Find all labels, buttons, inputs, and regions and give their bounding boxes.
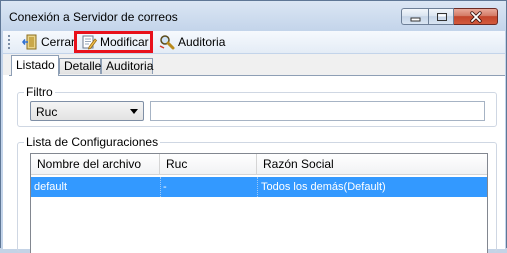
cell-ruc: - xyxy=(160,177,254,197)
audit-magnifier-icon xyxy=(159,35,175,50)
lista-group: Lista de Configuraciones Nombre del arch… xyxy=(17,135,497,253)
filter-field-value: Ruc xyxy=(36,105,58,119)
tab-auditoria[interactable]: Auditoria xyxy=(101,58,153,74)
close-icon xyxy=(470,11,482,23)
tab-divider xyxy=(9,75,505,76)
column-header-ruc[interactable]: Ruc xyxy=(160,154,257,174)
minimize-button[interactable] xyxy=(401,8,428,25)
column-header-nombre[interactable]: Nombre del archivo xyxy=(31,154,160,174)
column-header-razon-social[interactable]: Razón Social xyxy=(257,154,487,174)
minimize-icon xyxy=(410,17,421,22)
configurations-grid: Nombre del archivo Ruc Razón Social defa… xyxy=(30,153,488,253)
filter-field-select[interactable]: Ruc xyxy=(30,101,144,121)
grid-header: Nombre del archivo Ruc Razón Social xyxy=(31,154,487,175)
lista-group-title: Lista de Configuraciones xyxy=(24,135,161,149)
toolbar-grip[interactable] xyxy=(8,35,11,50)
tab-detalle[interactable]: Detalle xyxy=(59,58,101,74)
cerrar-button[interactable]: Cerrar xyxy=(22,33,76,51)
table-row[interactable]: default - Todos los demás(Default) xyxy=(31,177,487,197)
filtro-group-title: Filtro xyxy=(24,85,55,99)
modificar-highlight-box xyxy=(74,31,153,53)
dropdown-arrow-icon xyxy=(130,109,138,114)
filter-text-input[interactable] xyxy=(150,101,485,121)
maximize-icon xyxy=(437,13,447,21)
cell-razon-social: Todos los demás(Default) xyxy=(257,177,487,197)
exit-door-icon xyxy=(22,34,37,50)
main-window: Conexión a Servidor de correos Cerrar Mo… xyxy=(0,0,507,253)
auditoria-label: Auditoria xyxy=(178,35,226,49)
filtro-group: Filtro Ruc xyxy=(17,85,497,127)
maximize-button[interactable] xyxy=(428,8,454,25)
content-panel: Listado Detalle Auditoria Filtro Ruc Lis… xyxy=(3,54,505,253)
tab-listado[interactable]: Listado xyxy=(11,55,59,76)
cell-nombre: default xyxy=(34,181,68,193)
window-title: Conexión a Servidor de correos xyxy=(9,10,178,24)
auditoria-button[interactable]: Auditoria xyxy=(159,33,231,51)
cerrar-label: Cerrar xyxy=(41,35,76,49)
title-bar[interactable]: Conexión a Servidor de correos xyxy=(1,1,506,31)
close-window-button[interactable] xyxy=(454,8,498,25)
